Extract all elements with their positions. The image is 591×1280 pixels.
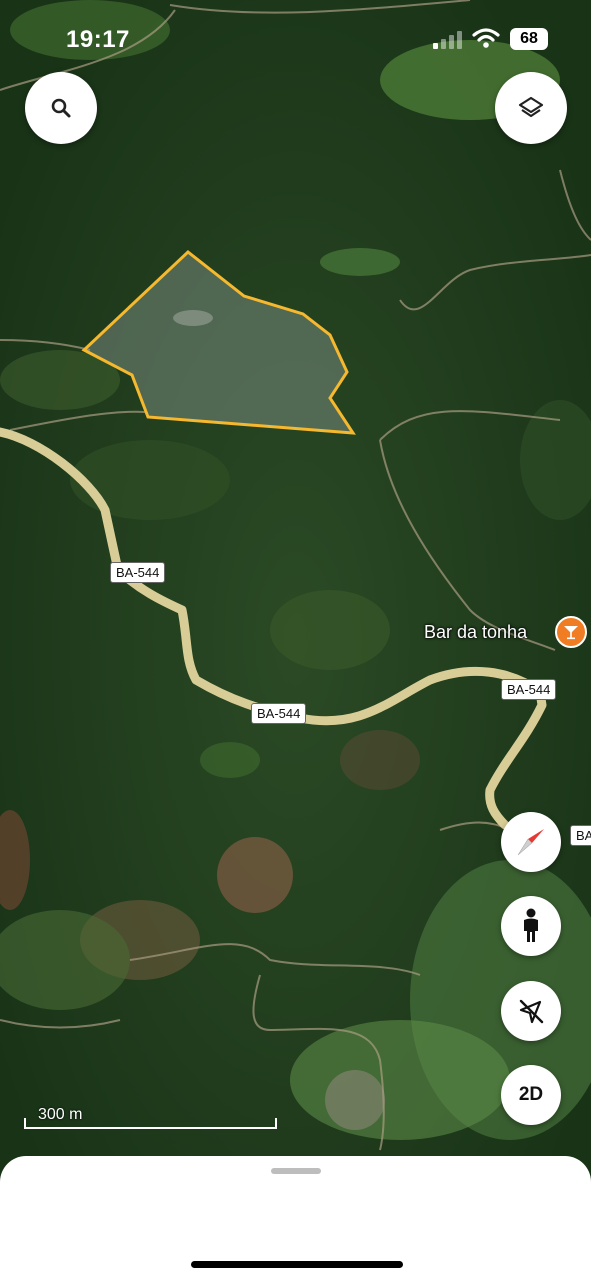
status-bar: 19:17 68 [0, 0, 591, 80]
cellular-signal-icon [433, 31, 462, 49]
wifi-icon [472, 28, 500, 48]
road-label: BA-544 [501, 679, 557, 700]
street-view-button[interactable] [501, 896, 561, 956]
sheet-drag-handle[interactable] [271, 1168, 321, 1174]
poi-label[interactable]: Bar da tonha [424, 622, 527, 643]
search-button[interactable] [25, 72, 97, 144]
layers-icon [518, 96, 544, 118]
road-label: BA-544 [110, 562, 166, 583]
compass-icon [517, 829, 544, 856]
road-label: BA-544 [251, 703, 307, 724]
layers-button[interactable] [495, 72, 567, 144]
road-label: BA [570, 825, 591, 846]
view-mode-label: 2D [518, 1084, 544, 1105]
poi-marker[interactable] [555, 616, 587, 648]
view-mode-button[interactable]: 2D [501, 1065, 561, 1125]
home-indicator[interactable] [191, 1261, 403, 1268]
compass-button[interactable] [501, 812, 561, 872]
scale-label: 300 m [38, 1106, 83, 1123]
battery-indicator: 68 [510, 28, 548, 50]
location-button[interactable] [501, 981, 561, 1041]
status-time: 19:17 [66, 26, 130, 53]
location-off-icon [519, 999, 544, 1024]
search-icon [51, 98, 71, 118]
person-icon [524, 908, 538, 942]
cocktail-icon [564, 626, 578, 640]
